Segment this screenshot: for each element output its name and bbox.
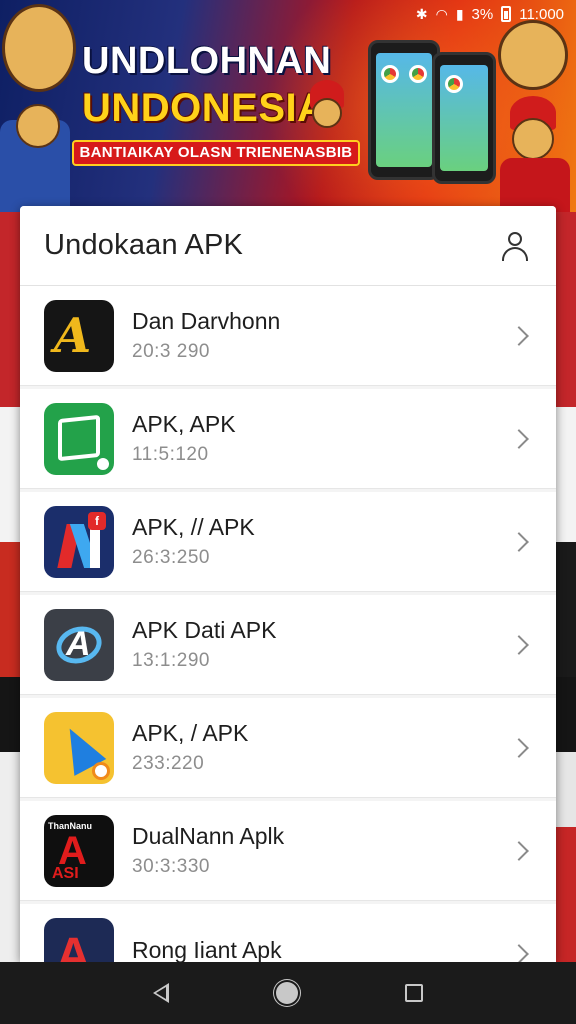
chevron-right-icon [509, 428, 529, 449]
app-name: APK Dati APK [132, 617, 277, 643]
home-icon[interactable] [275, 982, 298, 1004]
recents-icon[interactable] [404, 984, 423, 1002]
battery-percent: 3% [471, 5, 494, 23]
status-bar: ✱ ◠ ▮ 3% 11:000 [0, 0, 576, 28]
app-list: A Dan Darvhonn 20:3 290 APK, APK 11:5:12… [20, 286, 556, 962]
chrome-icon [409, 65, 427, 83]
chrome-icon [381, 65, 399, 83]
app-icon-black-red-a: ThanNanu A ASI [44, 814, 114, 887]
banner-title-line1: UNDLOHNAN [82, 40, 332, 82]
app-info: APK, // APK 26:3:250 [132, 514, 512, 569]
app-info: Dan Darvhonn 20:3 290 [132, 308, 512, 363]
app-info: Rong Iiant Apk [132, 937, 512, 962]
mascot-right-face [498, 20, 568, 90]
system-nav-bar [0, 962, 576, 1024]
app-list-item[interactable]: A Rong Iiant Apk [20, 904, 556, 962]
signal-icon: ▮ [455, 6, 464, 22]
bluetooth-icon: ✱ [415, 6, 428, 22]
apk-list-card: Undokaan APK A Dan Darvhonn 20:3 290 APK… [20, 206, 556, 962]
app-name: DualNann Aplk [132, 823, 285, 849]
app-meta: 20:3 290 [132, 341, 210, 362]
app-name: Dan Darvhonn [132, 308, 281, 334]
app-info: APK Dati APK 13:1:290 [132, 617, 512, 672]
app-icon-green-sheet [44, 402, 114, 475]
app-info: DualNann Aplk 30:3:330 [132, 823, 512, 878]
app-list-item[interactable]: A APK Dati APK 13:1:290 [20, 595, 556, 695]
app-list-item[interactable]: ThanNanu A ASI DualNann Aplk 30:3:330 [20, 801, 556, 901]
background-left-strip [0, 212, 22, 962]
mascot-mid-face [312, 98, 342, 128]
app-meta: 233:220 [132, 753, 205, 774]
chevron-right-icon [509, 943, 529, 962]
app-icon-yellow-arrow [44, 711, 114, 784]
banner-ribbon: BANTIAIKAY OLASN TRIENENASBIB [72, 140, 360, 166]
app-list-item[interactable]: f APK, // APK 26:3:250 [20, 492, 556, 592]
chrome-icon [445, 75, 463, 93]
app-name: Rong Iiant Apk [132, 937, 282, 962]
card-title: Undokaan APK [44, 229, 244, 261]
mascot-left-small-face [16, 104, 60, 148]
chevron-right-icon [509, 325, 529, 346]
mascot-right-small-face [512, 118, 554, 160]
app-name: APK, / APK [132, 720, 249, 746]
app-list-item[interactable]: APK, / APK 233:220 [20, 698, 556, 798]
app-info: APK, / APK 233:220 [132, 720, 512, 775]
app-icon-navy-red-a: A [44, 917, 114, 962]
app-meta: 30:3:330 [132, 856, 210, 877]
app-meta: 13:1:290 [132, 650, 210, 671]
card-header: Undokaan APK [20, 206, 556, 286]
user-icon[interactable] [500, 231, 530, 261]
phone-illustration-1 [368, 40, 440, 180]
app-list-item[interactable]: A Dan Darvhonn 20:3 290 [20, 286, 556, 386]
back-icon[interactable] [153, 983, 170, 1003]
background-right-strip [554, 212, 576, 962]
app-icon-gray-ring: A [44, 608, 114, 681]
chevron-right-icon [509, 634, 529, 655]
user-icon-shoulders [502, 246, 528, 261]
chevron-right-icon [509, 840, 529, 861]
battery-icon [501, 6, 512, 22]
mascot-right-body [500, 158, 570, 212]
banner-title-line2: UNDONESIA [82, 86, 327, 130]
app-list-item[interactable]: APK, APK 11:5:120 [20, 389, 556, 489]
app-meta: 11:5:120 [132, 444, 209, 465]
app-meta: 26:3:250 [132, 547, 210, 568]
chevron-right-icon [509, 737, 529, 758]
app-name: APK, // APK [132, 514, 255, 540]
chevron-right-icon [509, 531, 529, 552]
app-name: APK, APK [132, 411, 236, 437]
app-icon-gold-a: A [44, 299, 114, 372]
clock: 11:000 [519, 5, 564, 23]
promo-banner[interactable]: UNDLOHNAN UNDONESIA BANTIAIKAY OLASN TRI… [0, 0, 576, 212]
app-info: APK, APK 11:5:120 [132, 411, 512, 466]
phone-illustration-2 [432, 52, 496, 184]
app-icon-blue-red-stripes: f [44, 505, 114, 578]
user-icon-head [508, 231, 522, 246]
wifi-icon: ◠ [435, 6, 448, 22]
